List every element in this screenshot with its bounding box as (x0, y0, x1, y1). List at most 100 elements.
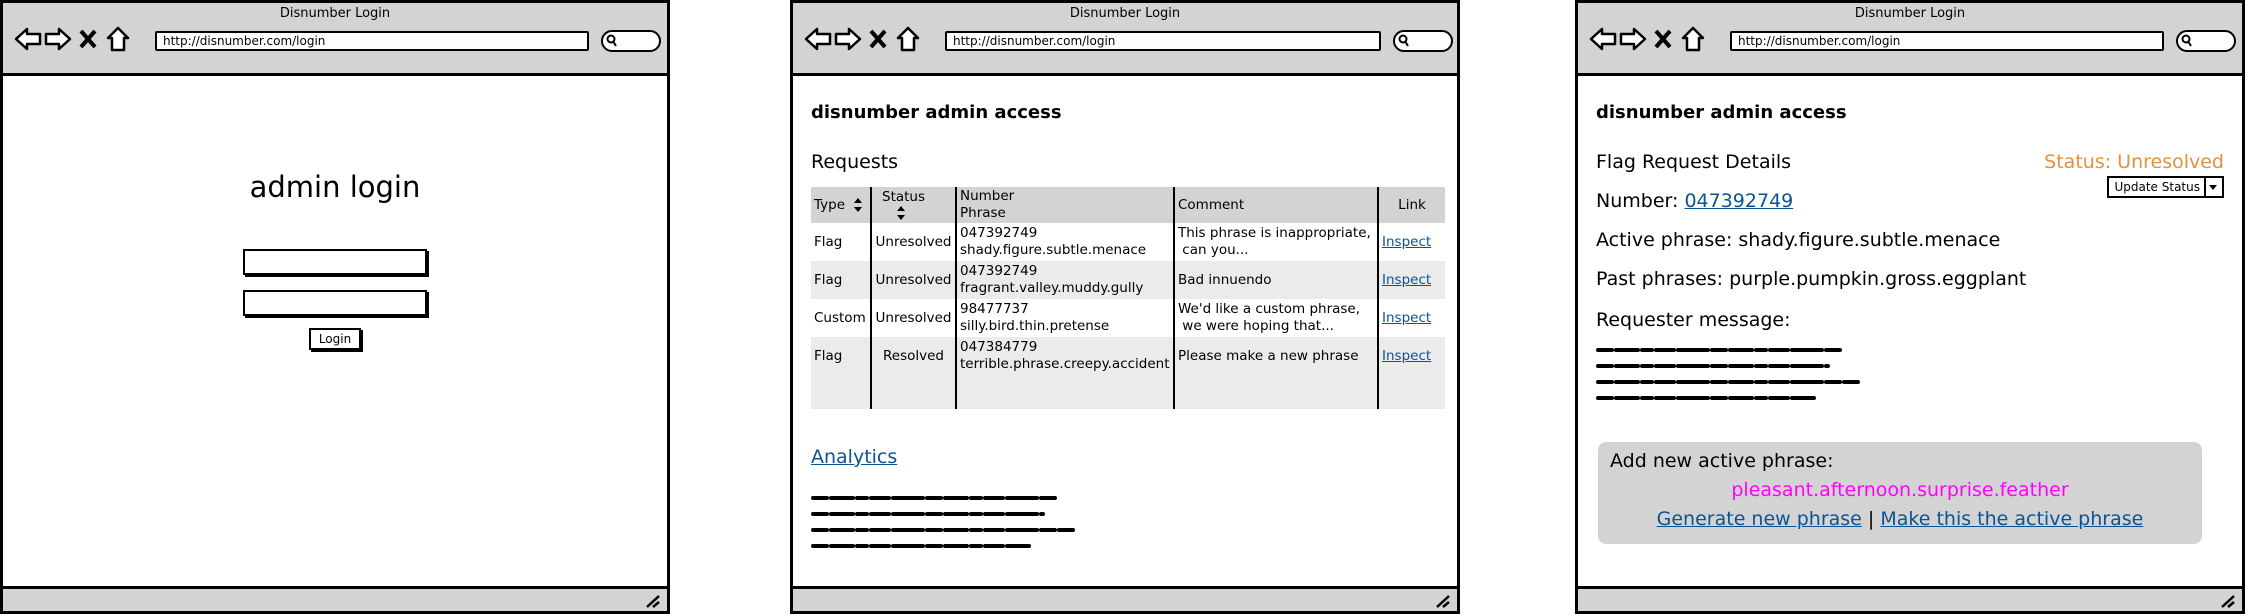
phrase-actions: Generate new phrase | Make this the acti… (1598, 508, 2202, 530)
search-icon (606, 34, 617, 47)
add-phrase-label: Add new active phrase: (1610, 450, 1834, 472)
password-input[interactable] (243, 290, 427, 316)
placeholder-scribble-text (811, 496, 1075, 548)
resize-grip-icon[interactable] (2220, 594, 2236, 608)
cell-status: Resolved (870, 337, 956, 375)
back-arrow-icon[interactable] (1588, 24, 1618, 54)
login-button[interactable]: Login (309, 328, 361, 350)
window-title: Disnumber Login (1069, 6, 1181, 21)
cell-comment: Please make a new phrase (1173, 337, 1378, 375)
resize-grip-icon[interactable] (1435, 594, 1451, 608)
home-icon[interactable] (1678, 24, 1708, 54)
nav-buttons (13, 23, 133, 55)
back-arrow-icon[interactable] (803, 24, 833, 54)
table-row-empty (811, 375, 1445, 409)
browser-titlebar: Disnumber Login http://disnumber.com/log… (3, 3, 667, 76)
back-arrow-icon[interactable] (13, 24, 43, 54)
column-header-number-phrase: Number Phrase (955, 187, 1174, 223)
requests-table: Type Status Number Phrase Comment Link F… (811, 187, 1445, 409)
cell-comment: This phrase is inappropriate, can you... (1173, 223, 1378, 261)
browser-statusbar (793, 586, 1457, 611)
close-x-icon[interactable] (73, 24, 103, 54)
cell-number-phrase: 047392749 fragrant.valley.muddy.gully (955, 261, 1174, 299)
browser-window-details: Disnumber Login http://disnumber.com/log… (1575, 0, 2245, 614)
inspect-link[interactable]: Inspect (1382, 272, 1431, 288)
analytics-link[interactable]: Analytics (811, 446, 897, 468)
placeholder-scribble-text (1596, 348, 1860, 400)
page-title: disnumber admin access (1596, 102, 1847, 123)
home-icon[interactable] (103, 24, 133, 54)
table-row[interactable]: Flag Unresolved 047392749 fragrant.valley… (811, 261, 1445, 299)
inspect-link[interactable]: Inspect (1382, 234, 1431, 250)
inspect-link[interactable]: Inspect (1382, 348, 1431, 364)
column-header-type[interactable]: Type (811, 187, 871, 223)
sort-icon (897, 206, 905, 220)
cell-link: Inspect (1377, 261, 1445, 299)
search-icon (2181, 34, 2192, 47)
number-row: Number: 047392749 (1596, 190, 1793, 212)
section-title: Requests (811, 151, 899, 173)
page-content: admin login Login (3, 76, 667, 586)
resize-grip-icon[interactable] (645, 594, 661, 608)
cell-number-phrase: 047392749 shady.figure.subtle.menace (955, 223, 1174, 261)
number-link[interactable]: 047392749 (1684, 190, 1793, 212)
cell-link: Inspect (1377, 223, 1445, 261)
make-active-phrase-link[interactable]: Make this the active phrase (1880, 508, 2143, 530)
update-status-dropdown[interactable]: Update Status (2107, 176, 2224, 198)
page-title: disnumber admin access (811, 102, 1062, 123)
column-header-link: Link (1377, 187, 1445, 223)
cell-status: Unresolved (870, 299, 956, 337)
table-row[interactable]: Custom Unresolved 98477737 silly.bird.thi… (811, 299, 1445, 337)
username-input[interactable] (243, 249, 427, 275)
forward-arrow-icon[interactable] (1618, 24, 1648, 54)
active-phrase: Active phrase: shady.figure.subtle.menac… (1596, 229, 2001, 251)
window-title: Disnumber Login (279, 6, 391, 21)
new-phrase-panel: Add new active phrase: pleasant.afternoo… (1598, 442, 2202, 544)
past-phrases: Past phrases: purple.pumpkin.gross.eggpl… (1596, 268, 2027, 290)
page-content: disnumber admin access Flag Request Deta… (1578, 76, 2242, 586)
generate-phrase-link[interactable]: Generate new phrase (1657, 508, 1862, 530)
page-content: disnumber admin access Requests Type Sta… (793, 76, 1457, 586)
forward-arrow-icon[interactable] (43, 24, 73, 54)
table-row[interactable]: Flag Unresolved 047392749 shady.figure.su… (811, 223, 1445, 261)
close-x-icon[interactable] (863, 24, 893, 54)
close-x-icon[interactable] (1648, 24, 1678, 54)
url-bar[interactable]: http://disnumber.com/login (945, 31, 1381, 51)
column-header-comment: Comment (1173, 187, 1378, 223)
search-field[interactable] (1393, 30, 1453, 52)
inspect-link[interactable]: Inspect (1382, 310, 1431, 326)
nav-buttons (1588, 23, 1708, 55)
column-header-status[interactable]: Status (870, 187, 956, 223)
cell-type: Flag (811, 261, 871, 299)
url-bar[interactable]: http://disnumber.com/login (1730, 31, 2164, 51)
status-text: Status: Unresolved (2044, 151, 2224, 173)
cell-comment: Bad innuendo (1173, 261, 1378, 299)
browser-statusbar (3, 586, 667, 611)
home-icon[interactable] (893, 24, 923, 54)
browser-window-requests: Disnumber Login http://disnumber.com/log… (790, 0, 1460, 614)
update-status-label: Update Status (2114, 180, 2200, 194)
browser-titlebar: Disnumber Login http://disnumber.com/log… (793, 3, 1457, 76)
browser-window-login: Disnumber Login http://disnumber.com/log… (0, 0, 670, 614)
number-label: Number: (1596, 190, 1679, 212)
dropdown-arrow-icon[interactable] (2204, 178, 2222, 196)
table-header-row: Type Status Number Phrase Comment Link (811, 187, 1445, 223)
cell-type: Flag (811, 223, 871, 261)
new-phrase: pleasant.afternoon.surprise.feather (1731, 479, 2069, 501)
url-bar[interactable]: http://disnumber.com/login (155, 31, 589, 51)
requester-message-label: Requester message: (1596, 309, 1791, 331)
search-field[interactable] (601, 30, 661, 52)
cell-number-phrase: 047384779 terrible.phrase.creepy.accident (955, 337, 1174, 375)
section-title: Flag Request Details (1596, 151, 1792, 173)
search-field[interactable] (2176, 30, 2236, 52)
cell-link: Inspect (1377, 299, 1445, 337)
browser-statusbar (1578, 586, 2242, 611)
table-row[interactable]: Flag Resolved 047384779 terrible.phrase.c… (811, 337, 1445, 375)
cell-comment: We'd like a custom phrase, we were hopin… (1173, 299, 1378, 337)
forward-arrow-icon[interactable] (833, 24, 863, 54)
cell-link: Inspect (1377, 337, 1445, 375)
cell-number-phrase: 98477737 silly.bird.thin.pretense (955, 299, 1174, 337)
window-title: Disnumber Login (1854, 6, 1966, 21)
login-heading: admin login (249, 170, 421, 204)
cell-status: Unresolved (870, 261, 956, 299)
